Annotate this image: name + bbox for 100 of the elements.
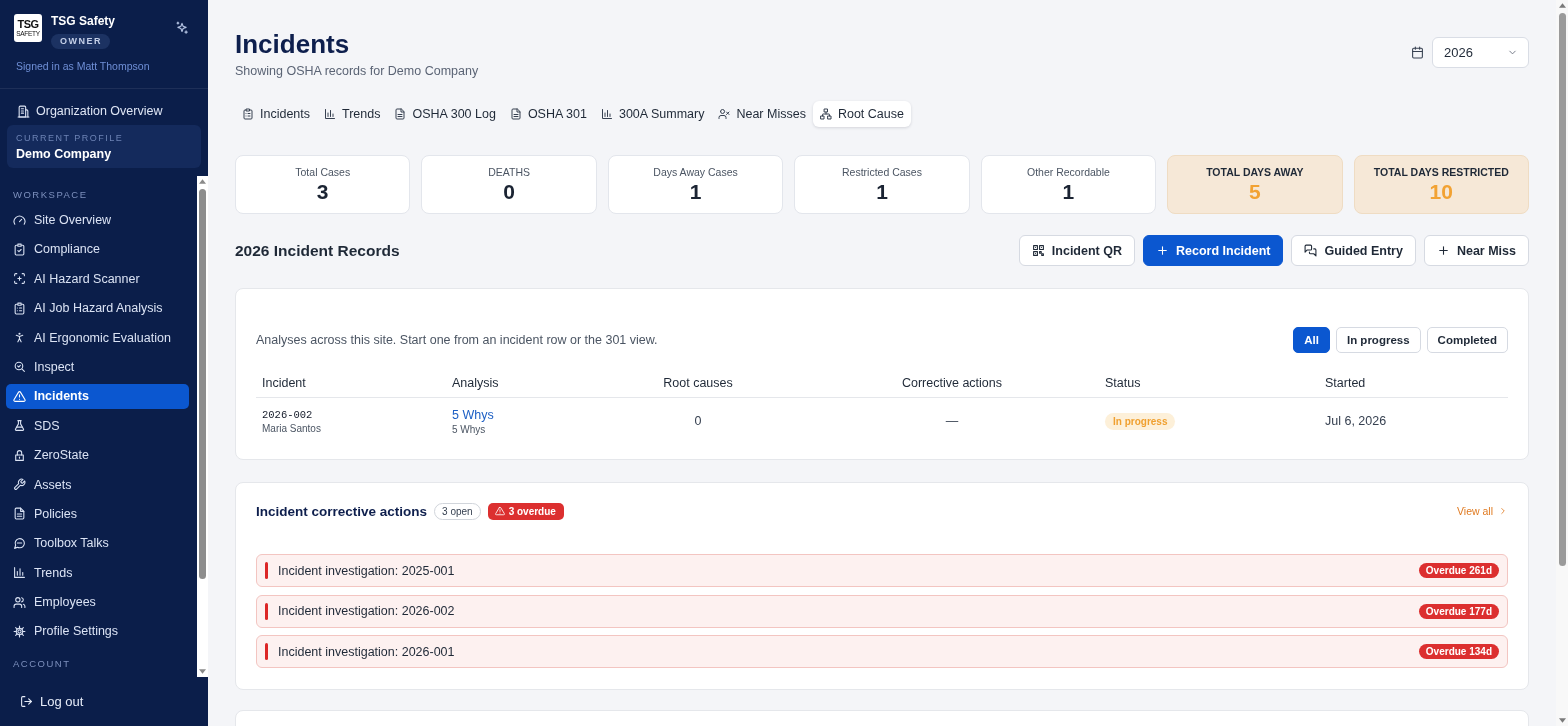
stat-label: TOTAL DAYS AWAY	[1206, 166, 1304, 179]
action-label: Incident investigation: 2025-001	[278, 563, 455, 578]
stat-label: Other Recordable	[1026, 166, 1110, 179]
sidebar-item[interactable]: Incidents	[6, 383, 189, 409]
building-icon	[17, 104, 30, 118]
sidebar-item[interactable]: Assets	[6, 472, 189, 497]
scrollbar-thumb[interactable]	[199, 189, 206, 579]
scroll-up-arrow-icon[interactable]	[199, 179, 206, 184]
settings-icon	[13, 624, 26, 638]
plus-icon	[1436, 244, 1450, 257]
sidebar-item[interactable]: Inspect	[6, 354, 189, 380]
column-header: Root causes	[663, 375, 733, 390]
tab[interactable]: OSHA 300 Log	[387, 101, 503, 127]
scrollbar[interactable]	[197, 176, 208, 677]
stat-value: 1	[876, 180, 888, 204]
page-subtitle: Showing OSHA records for Demo Company	[235, 63, 479, 80]
chat-bubbles-icon	[1304, 244, 1318, 257]
bar-chart-icon	[324, 108, 337, 120]
action-item[interactable]: Incident investigation: 2026-002 Overdue 177d	[256, 594, 1508, 628]
sparkle-button[interactable]	[175, 21, 189, 35]
action-button[interactable]: Near Miss	[1423, 235, 1529, 266]
overdue-badge: Overdue 134d	[1418, 644, 1499, 659]
profile-name: Demo Company	[16, 146, 112, 162]
stat-label: Total Cases	[295, 166, 351, 179]
stat-value: 10	[1429, 180, 1453, 204]
tab[interactable]: Near Misses	[711, 101, 813, 127]
accent-bar-icon	[265, 643, 268, 660]
stat-label: TOTAL DAYS RESTRICTED	[1373, 166, 1509, 179]
description-text: Analyses across this site. Start one from an incident row or the 301 view.	[256, 333, 658, 347]
sidebar-item[interactable]: Policies	[6, 501, 189, 527]
accent-bar-icon	[265, 602, 268, 620]
search-icon	[13, 360, 26, 374]
chevron-right-icon	[1498, 506, 1508, 516]
flask-icon	[13, 419, 26, 433]
profile-card[interactable]: CURRENT PROFILE Demo Company	[7, 125, 201, 168]
filter-button[interactable]: In progress	[1335, 327, 1421, 353]
stat-value: 1	[689, 180, 702, 204]
document-icon	[394, 108, 407, 120]
wrench-icon	[13, 478, 26, 491]
bar-chart-icon	[13, 566, 26, 580]
filter-button[interactable]: Completed	[1426, 327, 1508, 353]
action-item[interactable]: Incident investigation: 2025-001 Overdue 261d	[256, 554, 1508, 587]
column-header: Started	[1325, 375, 1366, 390]
scroll-down-arrow-icon[interactable]	[199, 669, 206, 674]
page-title: Incidents	[235, 28, 351, 61]
sidebar-item[interactable]: AI Ergonomic Evaluation	[6, 325, 189, 351]
warning-icon	[13, 389, 26, 403]
sidebar-item[interactable]: SDS	[6, 413, 189, 439]
action-button[interactable]: Guided Entry	[1291, 235, 1416, 266]
section-title: Incident corrective actions	[256, 503, 428, 519]
clipboard-check-icon	[13, 242, 26, 256]
tab[interactable]: Root Cause	[812, 101, 911, 127]
tab[interactable]: 300A Summary	[593, 101, 712, 127]
stat-label: DEATHS	[488, 166, 531, 179]
scrollbar-thumb[interactable]	[1558, 13, 1566, 566]
stat-value: 0	[503, 180, 515, 204]
accent-bar-icon	[265, 562, 268, 579]
action-item[interactable]: Incident investigation: 2026-001 Overdue 134d	[256, 635, 1508, 668]
action-button[interactable]: Incident QR	[1018, 235, 1135, 266]
calendar-icon	[1411, 46, 1424, 59]
sidebar-item[interactable]: Compliance	[6, 236, 189, 262]
filter-button[interactable]: All	[1293, 327, 1330, 353]
stat-value: 5	[1249, 180, 1261, 204]
scroll-up-arrow-icon[interactable]	[1558, 3, 1566, 8]
action-button[interactable]: Record Incident	[1143, 235, 1284, 266]
stat-value: 3	[316, 180, 329, 204]
organization-link[interactable]: Organization Overview	[17, 102, 163, 120]
tab[interactable]: Incidents	[235, 101, 318, 127]
sidebar-item[interactable]: Profile Settings	[6, 618, 189, 644]
sidebar-item[interactable]: ZeroState	[6, 442, 189, 468]
logout-link[interactable]: Log out	[20, 694, 84, 709]
stat-label: Days Away Cases	[653, 166, 738, 179]
section-label: ACCOUNT	[12, 657, 71, 670]
tab[interactable]: OSHA 301	[502, 101, 594, 127]
overdue-badge: Overdue 177d	[1418, 603, 1499, 619]
section-title: 2026 Incident Records	[235, 241, 400, 260]
table-cell: —	[945, 414, 959, 428]
clipboard-list-icon	[242, 108, 254, 120]
sparkle-icon	[175, 21, 189, 35]
column-header: Corrective actions	[901, 375, 1002, 390]
scrollbar[interactable]	[1556, 0, 1568, 726]
sidebar-item[interactable]: Site Overview	[6, 207, 189, 233]
analysis-link[interactable]: 5 Whys	[452, 407, 494, 422]
profile-label: CURRENT PROFILE	[16, 132, 124, 144]
section-label: WORKSPACE	[12, 189, 88, 201]
tab[interactable]: Trends	[317, 101, 388, 127]
sidebar-item[interactable]: AI Hazard Scanner	[6, 266, 189, 292]
analysis-method: 5 Whys	[452, 423, 486, 435]
sidebar-item[interactable]: Toolbox Talks	[6, 530, 189, 556]
column-header: Incident	[262, 375, 306, 390]
sidebar-item[interactable]: Trends	[6, 560, 189, 586]
role-badge: OWNER	[51, 34, 110, 49]
column-header: Status	[1105, 375, 1141, 390]
sidebar-item[interactable]: Employees	[6, 589, 189, 615]
signed-in-text: Signed in as Matt Thompson	[16, 60, 150, 73]
year-select[interactable]: 2026	[1432, 37, 1529, 68]
sidebar-item[interactable]: AI Job Hazard Analysis	[6, 295, 189, 321]
person-name: Maria Santos	[262, 422, 321, 434]
scroll-down-arrow-icon[interactable]	[1558, 718, 1566, 723]
column-header: Analysis	[452, 375, 499, 390]
